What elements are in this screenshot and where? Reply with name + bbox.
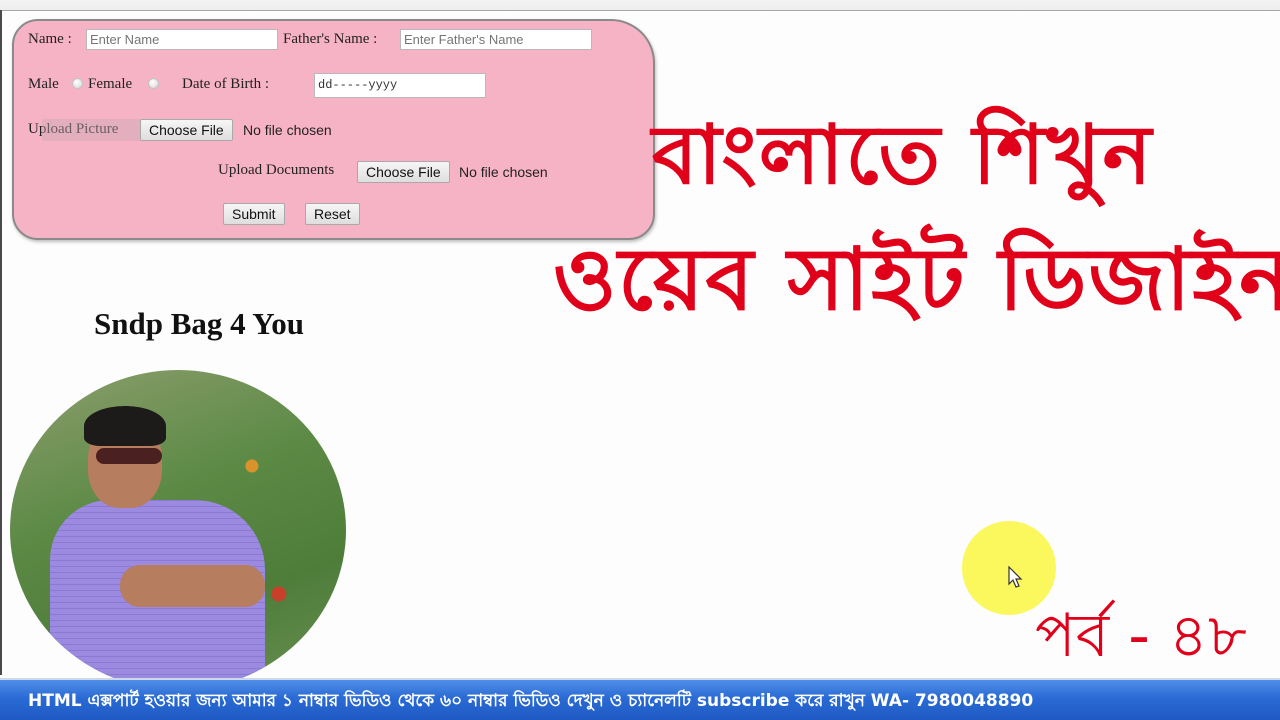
female-radio[interactable] [148, 78, 159, 89]
ticker-text: HTML এক্সপার্ট হওয়ার জন্য আমার ১ নাম্বা… [28, 691, 1034, 711]
reset-button[interactable]: Reset [305, 203, 360, 225]
dob-input[interactable]: dd-----yyyy [314, 73, 486, 98]
documents-file-status: No file chosen [459, 164, 548, 180]
profile-photo [10, 370, 346, 690]
name-input[interactable] [86, 29, 278, 50]
choose-documents-button[interactable]: Choose File [357, 161, 450, 183]
photo-person-arms [120, 565, 265, 607]
overlay-title-line2: ওয়েব সাইট ডিজাইন [553, 230, 1280, 330]
browser-top-bar [0, 0, 1280, 11]
father-name-label: Father's Name : [283, 31, 378, 47]
male-label: Male [28, 76, 59, 92]
registration-form: Name : Father's Name : Male Female Date … [12, 19, 655, 240]
window-left-edge [0, 10, 2, 675]
episode-label: পর্ব - ৪৮ [1035, 601, 1247, 671]
dob-label: Date of Birth : [182, 76, 270, 92]
submit-button[interactable]: Submit [223, 203, 285, 225]
mouse-pointer-icon [1008, 566, 1023, 588]
photo-person-sunglasses [96, 448, 162, 464]
site-name-heading: Sndp Bag 4 You [94, 306, 304, 341]
name-label: Name : [28, 31, 72, 47]
female-label: Female [88, 76, 133, 92]
choose-picture-button[interactable]: Choose File [140, 119, 233, 141]
photo-person-hair [84, 406, 166, 446]
overlay-title-line1: বাংলাতে শিখুন [652, 108, 1154, 203]
text-selection-highlight [42, 119, 140, 141]
male-radio[interactable] [72, 78, 83, 89]
picture-file-status: No file chosen [243, 122, 332, 138]
father-name-input[interactable] [400, 29, 592, 50]
upload-documents-label: Upload Documents [218, 162, 335, 178]
bottom-ticker: HTML এক্সপার্ট হওয়ার জন্য আমার ১ নাম্বা… [0, 678, 1280, 720]
